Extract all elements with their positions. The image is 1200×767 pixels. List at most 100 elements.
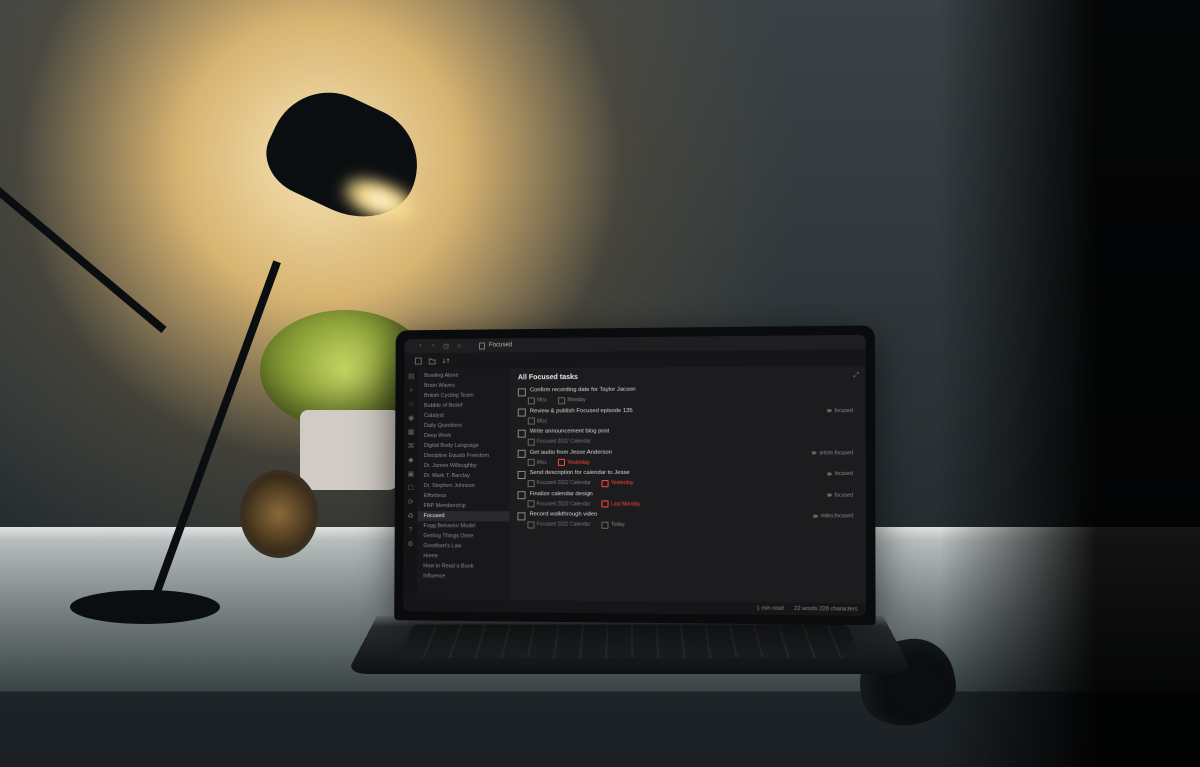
checkbox[interactable] (517, 512, 525, 520)
rail-template-icon[interactable]: ▣ (407, 471, 415, 479)
sidebar: Bowling AloneBrain WavesBritish Cycling … (417, 368, 510, 600)
task-title: Finalize calendar design (530, 491, 828, 498)
task-date[interactable]: Last Monday (602, 500, 640, 507)
task-project[interactable]: Misc (528, 397, 547, 404)
rail-calendar-icon[interactable]: ▦ (407, 429, 415, 437)
task-tags[interactable]: article,focused (812, 450, 853, 456)
rail-settings-icon[interactable]: ⚙ (406, 541, 414, 549)
task-title: Write announcement blog post (530, 428, 853, 435)
task-item[interactable]: Review & publish Focused episode 135 Misc… (514, 404, 862, 426)
task-project[interactable]: Focused 2022 Calendar (528, 500, 591, 507)
app-window: ‹ › ◳ ☆ Focused (403, 335, 866, 616)
sidebar-item[interactable]: Daily Questions (418, 421, 510, 431)
task-item[interactable]: Send description for calendar to Jesse Fo… (513, 468, 861, 489)
document-title: Focused (489, 342, 512, 348)
new-folder-icon[interactable] (428, 357, 436, 365)
sort-icon[interactable] (442, 357, 450, 365)
task-item[interactable]: Finalize calendar design Focused 2022 Cal… (513, 489, 861, 511)
document-tab[interactable]: Focused (479, 342, 512, 349)
task-title: Record walkthrough video (529, 511, 813, 518)
checkbox[interactable] (518, 388, 526, 396)
task-title: Send description for calendar to Jesse (530, 470, 828, 476)
task-tags[interactable]: focused (827, 492, 853, 498)
checkbox[interactable] (518, 450, 526, 458)
sidebar-item[interactable]: How to Read a Book (417, 561, 509, 572)
sidebar-item[interactable]: Influence (417, 571, 509, 582)
back-icon[interactable]: ‹ (416, 342, 424, 350)
photo-background: MacBook Pro ‹ › ◳ ☆ (0, 0, 1200, 767)
rail-trash-icon[interactable]: ♻ (407, 513, 415, 521)
checkbox[interactable] (518, 429, 526, 437)
star-icon[interactable]: ☆ (455, 342, 463, 350)
sidebar-item[interactable]: British Cycling Team (418, 390, 510, 401)
rail-search-icon[interactable]: ⌕ (407, 387, 415, 395)
task-project[interactable]: Misc (528, 417, 547, 424)
rail-sync-icon[interactable]: ⟳ (407, 499, 415, 507)
task-project[interactable]: Focused 2022 Calendar (527, 521, 590, 528)
sidebar-item[interactable]: Bubble of Belief (418, 401, 510, 411)
sidebar-item[interactable]: Focused (418, 511, 510, 521)
task-title: Confirm recording date for Taylor Jacson (530, 385, 853, 393)
task-item[interactable]: Write announcement blog post Focused 2022… (514, 425, 862, 447)
sidebar-item[interactable]: Fogg Behavior Model (417, 521, 509, 531)
task-list: Confirm recording date for Taylor Jacson… (509, 383, 866, 603)
task-date[interactable]: Today (602, 521, 625, 528)
rail-star-icon[interactable]: ☆ (407, 401, 415, 409)
sidebar-item[interactable]: Brain Waves (418, 380, 510, 391)
titlebar-nav-tools: ‹ › ◳ ☆ (416, 342, 463, 350)
task-date[interactable]: Monday (558, 397, 585, 404)
app-body: ▤ ⌕ ☆ ◉ ▦ ⌘ ◆ ▣ ☐ ⟳ ♻ ? ⚙ (403, 366, 866, 604)
sidebar-item[interactable]: Effortless (418, 491, 510, 501)
sidebar-item[interactable]: Getting Things Done (417, 531, 509, 541)
main-panel: ⤢ All Focused tasks Confirm recording da… (509, 366, 866, 604)
laptop: MacBook Pro ‹ › ◳ ☆ (395, 330, 865, 726)
sidebar-item[interactable]: Goodhart's Law (417, 541, 509, 552)
sidebar-item[interactable]: Home (417, 551, 509, 562)
rail-graph-icon[interactable]: ◉ (407, 415, 415, 423)
lamp-arm-upper (0, 173, 167, 333)
status-read-time: 1 min read (757, 605, 784, 611)
task-title: Review & publish Focused episode 135 (530, 407, 827, 414)
task-item[interactable]: Get audio from Jesse Anderson Misc Yesterd… (514, 447, 862, 468)
task-date[interactable]: Yesterday (602, 480, 634, 487)
sidebar-item[interactable]: Discipline Equals Freedom (418, 451, 510, 461)
history-icon[interactable]: ◳ (442, 342, 450, 350)
status-word-count: 22 words 228 characters (794, 606, 857, 613)
sidebar-item[interactable]: Bowling Alone (418, 370, 510, 381)
laptop-screen-bezel: ‹ › ◳ ☆ Focused (394, 325, 875, 625)
task-date[interactable]: Yesterday (558, 459, 589, 466)
rail-help-icon[interactable]: ? (407, 527, 415, 535)
new-note-icon[interactable] (414, 357, 422, 365)
page-title: All Focused tasks (510, 366, 866, 386)
checkbox[interactable] (518, 470, 526, 478)
checkbox[interactable] (518, 408, 526, 416)
expand-icon[interactable]: ⤢ (853, 372, 859, 380)
task-item[interactable]: Confirm recording date for Taylor Jacson… (514, 383, 862, 406)
task-project[interactable]: Focused 2022 Calendar (528, 480, 591, 487)
icon-rail: ▤ ⌕ ☆ ◉ ▦ ⌘ ◆ ▣ ☐ ⟳ ♻ ? ⚙ (403, 369, 418, 599)
task-title: Get audio from Jesse Anderson (530, 449, 812, 456)
sidebar-item[interactable]: Deep Work (418, 431, 510, 441)
sidebar-item[interactable]: Dr. Stephen Johnson (418, 481, 510, 491)
sidebar-item[interactable]: Dr. Mark T. Barclay (418, 471, 510, 481)
task-tags[interactable]: focused (827, 407, 853, 413)
sidebar-item[interactable]: Catalyst (418, 411, 510, 421)
task-item[interactable]: Record walkthrough video Focused 2022 Cal… (513, 509, 861, 531)
laptop-screen: ‹ › ◳ ☆ Focused (403, 335, 866, 616)
rail-files-icon[interactable]: ▤ (407, 373, 415, 381)
checkbox[interactable] (517, 491, 525, 499)
document-icon (479, 342, 485, 349)
sidebar-item[interactable]: Digital Body Language (418, 441, 510, 451)
rail-archive-icon[interactable]: ☐ (407, 485, 415, 493)
watch (240, 470, 318, 558)
task-project[interactable]: Focused 2022 Calendar (528, 438, 591, 445)
sidebar-item[interactable]: FBP Membership (418, 501, 510, 511)
task-project[interactable]: Misc (528, 459, 547, 466)
forward-icon[interactable]: › (429, 342, 437, 350)
task-tags[interactable]: video,focused (813, 513, 853, 519)
sidebar-item[interactable]: Dr. James Willoughby (418, 461, 510, 471)
rail-command-icon[interactable]: ⌘ (407, 443, 415, 451)
shadow-right (940, 0, 1200, 767)
rail-tag-icon[interactable]: ◆ (407, 457, 415, 465)
task-tags[interactable]: focused (827, 471, 853, 477)
